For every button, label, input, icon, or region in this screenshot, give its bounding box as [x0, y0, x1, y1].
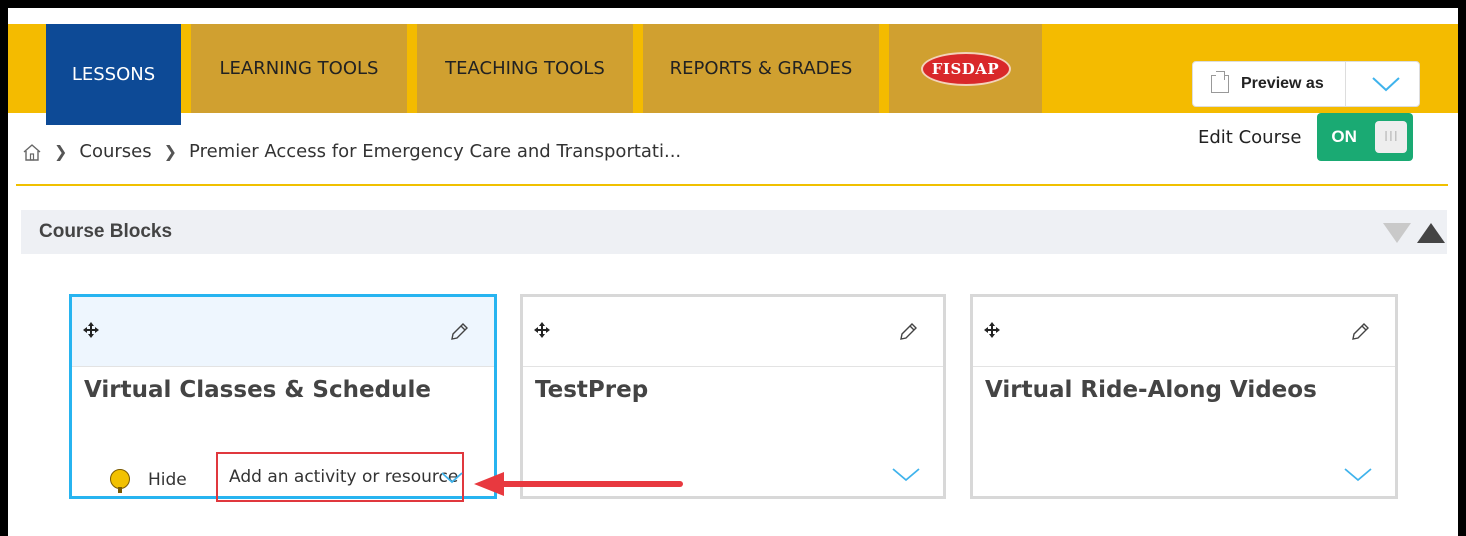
- edit-course-control: Edit Course ON III: [1198, 113, 1414, 161]
- divider-line: [16, 184, 1448, 186]
- edit-course-toggle[interactable]: ON III: [1317, 113, 1414, 161]
- tab-teaching-tools-label: TEACHING TOOLS: [445, 58, 605, 79]
- chevron-down-icon[interactable]: [1343, 466, 1373, 484]
- block-card-header: [523, 297, 943, 367]
- preview-divider: [1345, 62, 1346, 106]
- tab-learning-tools-label: LEARNING TOOLS: [219, 58, 379, 79]
- block-card[interactable]: TestPrep: [520, 294, 946, 499]
- callout-arrow-icon: [474, 472, 683, 496]
- move-icon[interactable]: [82, 321, 100, 339]
- page-frame: LESSONS LEARNING TOOLS TEACHING TOOLS RE…: [8, 8, 1458, 536]
- fisdap-logo-text: FISDAP: [931, 59, 1000, 78]
- block-title: Virtual Ride-Along Videos: [985, 377, 1317, 403]
- block-card-header: [72, 297, 494, 367]
- chevron-down-icon[interactable]: [440, 471, 464, 485]
- tab-teaching-tools[interactable]: TEACHING TOOLS: [417, 24, 633, 113]
- pencil-icon[interactable]: [1349, 321, 1371, 343]
- breadcrumb-courses[interactable]: Courses: [79, 141, 151, 162]
- pencil-icon[interactable]: [448, 321, 470, 343]
- tab-lessons[interactable]: LESSONS: [46, 24, 181, 125]
- breadcrumb-separator-icon: ❯: [54, 142, 68, 161]
- preview-icon: [1211, 71, 1229, 93]
- course-blocks-title: Course Blocks: [39, 221, 173, 242]
- chevron-down-icon[interactable]: [891, 466, 921, 484]
- collapse-down-icon[interactable]: [1383, 223, 1411, 243]
- breadcrumb-separator-icon: ❯: [163, 142, 178, 161]
- block-card[interactable]: Virtual Classes & Schedule Hide Add an a…: [69, 294, 497, 502]
- preview-as-label: Preview as: [1241, 75, 1324, 92]
- tab-learning-tools[interactable]: LEARNING TOOLS: [191, 24, 407, 113]
- toggle-knob: III: [1375, 121, 1408, 153]
- move-icon[interactable]: [533, 321, 551, 339]
- expand-up-icon[interactable]: [1417, 223, 1445, 243]
- tab-reports-grades-label: REPORTS & GRADES: [669, 58, 853, 79]
- block-title: TestPrep: [535, 377, 649, 403]
- home-icon[interactable]: [22, 142, 42, 162]
- move-icon[interactable]: [983, 321, 1001, 339]
- block-card[interactable]: Virtual Ride-Along Videos: [970, 294, 1398, 499]
- add-activity-dropdown[interactable]: Add an activity or resource: [216, 452, 464, 502]
- tab-fisdap[interactable]: FISDAP: [889, 24, 1042, 113]
- chevron-down-icon[interactable]: [1371, 72, 1401, 94]
- course-blocks-header: Course Blocks: [21, 210, 1447, 254]
- breadcrumb-course-name[interactable]: Premier Access for Emergency Care and Tr…: [189, 141, 681, 162]
- toggle-on-label: ON: [1331, 127, 1357, 146]
- breadcrumb: ❯ Courses ❯ Premier Access for Emergency…: [22, 141, 681, 162]
- top-nav-bar: LESSONS LEARNING TOOLS TEACHING TOOLS RE…: [8, 24, 1458, 125]
- preview-as-dropdown[interactable]: Preview as: [1192, 61, 1420, 107]
- edit-course-label: Edit Course: [1198, 126, 1302, 148]
- fisdap-logo: FISDAP: [920, 51, 1011, 86]
- hide-label[interactable]: Hide: [148, 470, 187, 490]
- block-card-header: [973, 297, 1395, 367]
- add-activity-label: Add an activity or resource: [229, 467, 459, 487]
- pencil-icon[interactable]: [897, 321, 919, 343]
- tab-reports-grades[interactable]: REPORTS & GRADES: [643, 24, 879, 113]
- tab-lessons-label: LESSONS: [71, 64, 156, 85]
- block-title: Virtual Classes & Schedule: [84, 377, 431, 403]
- lightbulb-icon[interactable]: [110, 469, 130, 493]
